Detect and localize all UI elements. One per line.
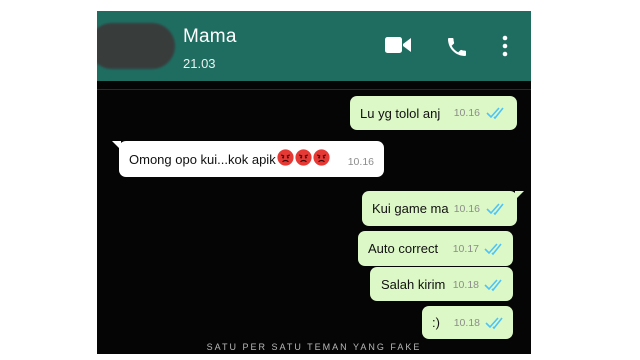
phone-screen: Mama 21.03 Lu yg tolol anj 10.16 Omong o…: [97, 11, 531, 354]
contact-name[interactable]: Mama: [183, 26, 237, 48]
message-bubble-outgoing[interactable]: Salah kirim 10.18: [370, 267, 513, 301]
message-time: 10.18: [453, 317, 480, 329]
message-text: Kui game ma: [372, 201, 449, 216]
angry-face-icon: [277, 149, 294, 169]
read-receipt-icon: [484, 242, 506, 259]
message-text: Salah kirim: [381, 276, 446, 292]
read-receipt-icon: [486, 202, 508, 219]
message-text: :): [432, 315, 440, 330]
chat-header: Mama 21.03: [97, 11, 531, 81]
message-time: 10.18: [452, 279, 479, 291]
voice-call-icon[interactable]: [445, 35, 469, 64]
read-receipt-icon: [485, 316, 507, 333]
more-options-icon[interactable]: [501, 35, 509, 62]
avatar-blurred[interactable]: [97, 23, 175, 69]
message-time: 10.16: [453, 203, 480, 215]
message-time: 10.17: [452, 243, 479, 255]
message-text: Omong opo kui...kok apik: [129, 151, 276, 167]
angry-face-icon: [295, 149, 312, 169]
message-bubble-outgoing[interactable]: Kui game ma 10.16: [362, 191, 524, 226]
message-text: Lu yg tolol anj: [360, 105, 441, 121]
read-receipt-icon: [486, 106, 508, 123]
message-text: Auto correct: [368, 241, 439, 256]
watermark-caption: SATU PER SATU TEMAN YANG FAKE: [206, 342, 422, 352]
angry-face-icon: [313, 149, 330, 169]
message-bubble-outgoing[interactable]: Auto correct 10.17: [358, 231, 513, 266]
bubble-tail: [515, 191, 524, 200]
message-time: 10.16: [347, 156, 374, 168]
bubble-tail: [112, 141, 121, 150]
last-seen-time: 21.03: [183, 56, 216, 71]
read-receipt-icon: [484, 278, 506, 295]
message-bubble-incoming[interactable]: Omong opo kui...kok apik 10.16: [112, 141, 384, 177]
message-bubble-outgoing[interactable]: Lu yg tolol anj 10.16: [350, 96, 517, 130]
header-divider: [97, 89, 531, 90]
message-bubble-outgoing[interactable]: :) 10.18: [422, 306, 513, 339]
message-time: 10.16: [453, 107, 480, 119]
video-call-icon[interactable]: [384, 35, 412, 60]
